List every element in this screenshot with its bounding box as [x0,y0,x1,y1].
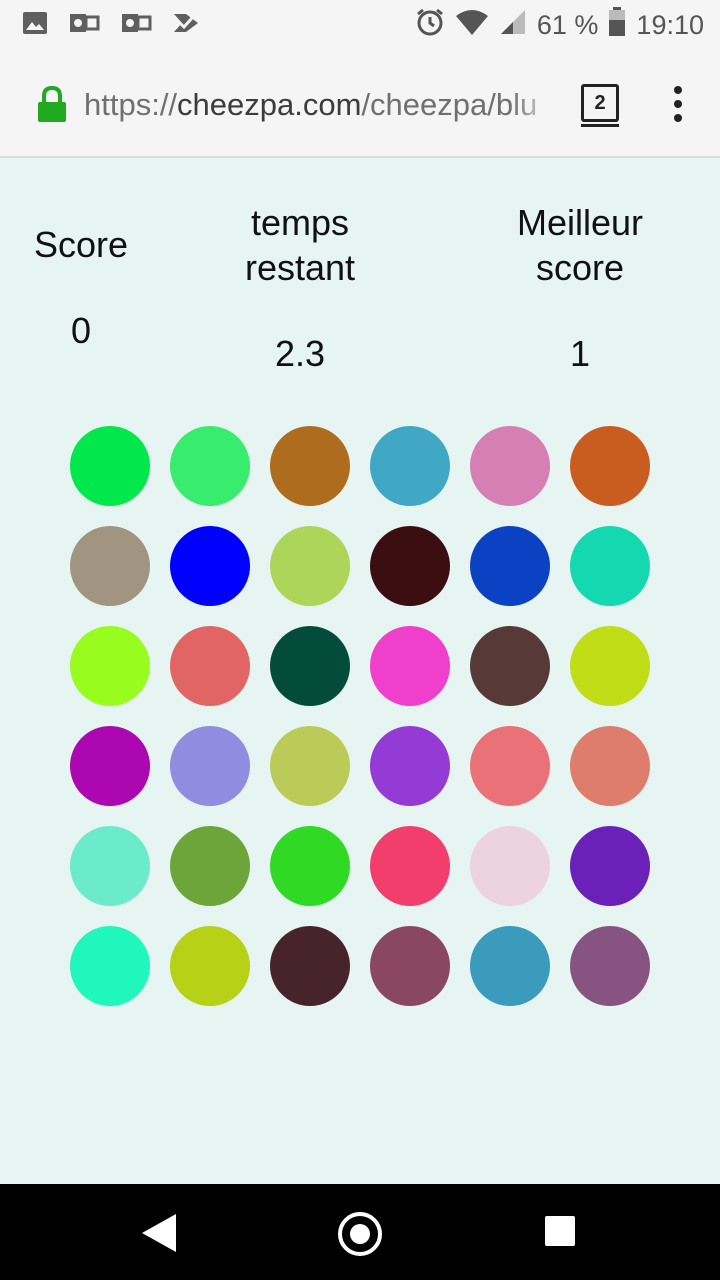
color-circle[interactable] [170,426,250,506]
home-icon[interactable] [338,1212,382,1256]
battery-icon [608,6,626,44]
menu-icon[interactable] [670,86,686,126]
color-circle[interactable] [370,626,450,706]
notification-icons [22,10,200,40]
color-circle[interactable] [470,726,550,806]
color-circle[interactable] [570,526,650,606]
back-icon[interactable] [142,1214,178,1257]
color-circle[interactable] [270,926,350,1006]
color-circle[interactable] [270,426,350,506]
clock: 19:10 [636,9,704,40]
color-circle[interactable] [170,526,250,606]
color-circle[interactable] [570,426,650,506]
url-field[interactable]: https://cheezpa.com/cheezpa/blu [84,82,558,128]
url-protocol: https:// [84,87,178,122]
score-value: 0 [70,310,92,351]
tab-switcher-underline [581,124,619,127]
color-circle[interactable] [270,526,350,606]
color-circle[interactable] [170,926,250,1006]
color-circle[interactable] [370,726,450,806]
battery-percent: 61 % [536,9,599,40]
color-circle[interactable] [70,926,150,1006]
signal-icon [499,8,527,43]
alarm-icon [415,7,445,44]
color-circle[interactable] [470,926,550,1006]
time-remaining-label: temps restant [244,202,356,288]
color-circle[interactable] [270,826,350,906]
outlook-icon [68,10,100,41]
best-score-label: Meilleur score [516,202,644,288]
color-circle[interactable] [370,526,450,606]
color-circle[interactable] [470,426,550,506]
color-circle[interactable] [70,726,150,806]
color-circle[interactable] [170,626,250,706]
color-circle[interactable] [270,626,350,706]
color-circle[interactable] [170,726,250,806]
color-circle[interactable] [70,626,150,706]
color-circle[interactable] [170,826,250,906]
navigation-bar [0,1184,720,1280]
color-circle[interactable] [470,826,550,906]
color-circle[interactable] [70,426,150,506]
color-circle[interactable] [570,726,650,806]
recents-icon[interactable] [545,1216,575,1246]
color-circle-grid [70,426,650,1006]
url-fade [510,80,560,130]
color-circle[interactable] [570,926,650,1006]
wifi-icon [455,8,489,43]
lock-icon[interactable] [36,85,68,124]
system-icons: 61 % 19:10 [415,6,704,44]
time-remaining-value: 2.3 [274,333,326,374]
best-score-value: 1 [569,333,591,374]
score-label: Score [33,224,129,265]
browser-toolbar: https://cheezpa.com/cheezpa/blu 2 [0,50,720,158]
color-circle[interactable] [370,426,450,506]
color-circle[interactable] [470,626,550,706]
color-circle[interactable] [70,526,150,606]
check-icon [172,10,200,41]
color-circle[interactable] [570,626,650,706]
color-circle[interactable] [570,826,650,906]
tab-switcher-button[interactable]: 2 [581,84,619,122]
color-circle[interactable] [370,826,450,906]
outlook-icon [120,10,152,41]
color-circle[interactable] [370,926,450,1006]
color-circle[interactable] [470,526,550,606]
url-host: cheezpa.com [177,87,362,122]
color-circle[interactable] [270,726,350,806]
image-icon [22,11,48,40]
status-bar: 61 % 19:10 [0,0,720,50]
color-circle[interactable] [70,826,150,906]
